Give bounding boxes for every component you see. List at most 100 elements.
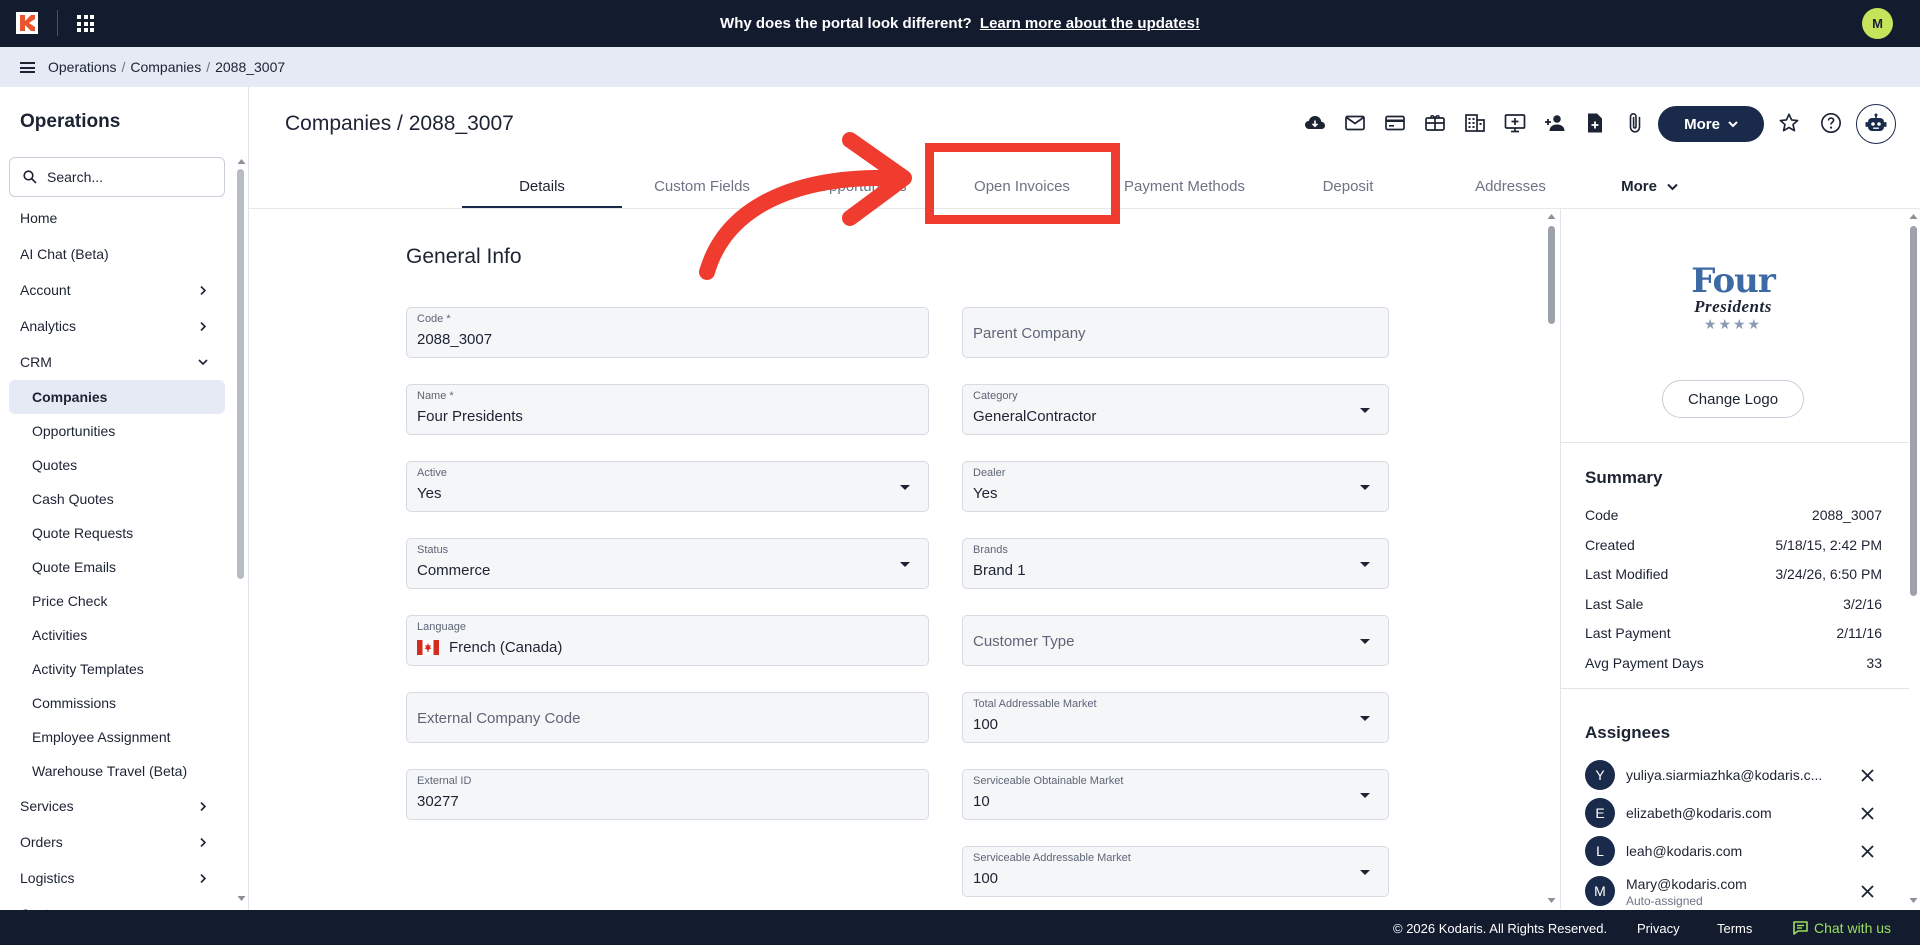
sidebar-item-label: Cash Quotes (32, 491, 114, 507)
brands-select[interactable]: Brands Brand 1 (962, 538, 1389, 589)
breadcrumb-item[interactable]: Companies (130, 59, 201, 75)
scroll-down-icon[interactable] (1909, 897, 1918, 905)
remove-assignee-icon[interactable] (1860, 806, 1875, 821)
total-addressable-market-select[interactable]: Total Addressable Market 100 (962, 692, 1389, 743)
sidebar-item-label: AI Chat (Beta) (20, 246, 109, 262)
parent-company-field[interactable]: Parent Company (962, 307, 1389, 358)
assignee-row: M Mary@kodaris.com Auto-assigned (1585, 876, 1895, 908)
remove-assignee-icon[interactable] (1860, 768, 1875, 783)
chevron-right-icon (200, 802, 207, 811)
sidebar-item-ai-chat-beta[interactable]: AI Chat (Beta) (0, 236, 236, 272)
sidebar-item-quotes[interactable]: Quotes (0, 448, 236, 482)
favorite-star-icon[interactable] (1778, 112, 1800, 134)
announcement-link[interactable]: Learn more about the updates! (980, 15, 1200, 32)
sidebar-item-customers[interactable]: Customers (0, 896, 236, 910)
assignee-avatar: E (1585, 798, 1615, 828)
add-person-icon[interactable] (1535, 108, 1575, 138)
sidebar-item-orders[interactable]: Orders (0, 824, 236, 860)
scroll-up-icon[interactable] (237, 157, 246, 165)
gift-card-icon[interactable] (1415, 108, 1455, 138)
tab-deposit[interactable]: Deposit (1267, 165, 1429, 208)
menu-icon[interactable] (20, 62, 35, 73)
sidebar-item-account[interactable]: Account (0, 272, 236, 308)
announcement: Why does the portal look different? Lear… (0, 15, 1920, 32)
field-label: Total Addressable Market (973, 698, 1097, 710)
assignee-email: leah@kodaris.com (1626, 843, 1743, 859)
panel-scrollbar[interactable] (1908, 212, 1918, 907)
chevron-down-icon (1667, 183, 1678, 190)
assignee-note: Auto-assigned (1626, 894, 1703, 908)
category-select[interactable]: Category GeneralContractor (962, 384, 1389, 435)
help-icon[interactable] (1820, 112, 1842, 134)
external-id-field[interactable]: External ID 30277 (406, 769, 929, 820)
customer-type-select[interactable]: Customer Type (962, 615, 1389, 666)
tab-details[interactable]: Details (462, 165, 622, 208)
tab-payment-methods[interactable]: Payment Methods (1102, 165, 1267, 208)
sidebar-item-commissions[interactable]: Commissions (0, 686, 236, 720)
building-icon[interactable] (1455, 108, 1495, 138)
sidebar-item-logistics[interactable]: Logistics (0, 860, 236, 896)
status-select[interactable]: Status Commerce (406, 538, 929, 589)
sidebar-item-services[interactable]: Services (0, 788, 236, 824)
tab-addresses[interactable]: Addresses (1429, 165, 1592, 208)
sidebar-scrollbar[interactable] (236, 157, 246, 901)
sidebar-item-cash-quotes[interactable]: Cash Quotes (0, 482, 236, 516)
sidebar-item-companies[interactable]: Companies (9, 380, 225, 414)
scroll-down-icon[interactable] (237, 895, 246, 903)
field-value: Brand 1 (973, 562, 1026, 579)
main-scrollbar[interactable] (1546, 212, 1556, 907)
scroll-down-icon[interactable] (1547, 897, 1556, 905)
summary-row: Code 2088_3007 (1585, 507, 1882, 523)
sidebar-item-home[interactable]: Home (0, 200, 236, 236)
name-field[interactable]: Name * Four Presidents (406, 384, 929, 435)
sidebar-item-warehouse-travel-beta[interactable]: Warehouse Travel (Beta) (0, 754, 236, 788)
sidebar-item-quote-emails[interactable]: Quote Emails (0, 550, 236, 584)
field-label: Language (417, 621, 466, 633)
dealer-select[interactable]: Dealer Yes (962, 461, 1389, 512)
dropdown-arrow-icon (1360, 408, 1370, 413)
attachment-icon[interactable] (1615, 108, 1655, 138)
user-avatar[interactable]: M (1862, 8, 1893, 39)
sidebar-item-employee-assignment[interactable]: Employee Assignment (0, 720, 236, 754)
remove-assignee-icon[interactable] (1860, 884, 1875, 899)
assignee-email: elizabeth@kodaris.com (1626, 805, 1772, 821)
sidebar-search[interactable] (9, 157, 225, 197)
company-logo: Four Presidents ★★★★ (1691, 261, 1776, 332)
scroll-up-icon[interactable] (1909, 212, 1918, 220)
search-input[interactable] (47, 169, 207, 185)
summary-row: Last Payment 2/11/16 (1585, 625, 1882, 641)
mail-icon[interactable] (1335, 108, 1375, 138)
cloud-download-icon[interactable] (1295, 108, 1335, 138)
summary-row: Last Modified 3/24/26, 6:50 PM (1585, 566, 1882, 582)
sidebar-item-quote-requests[interactable]: Quote Requests (0, 516, 236, 550)
credit-card-icon[interactable] (1375, 108, 1415, 138)
language-field[interactable]: Language French (Canada) (406, 615, 929, 666)
page-title: Companies / 2088_3007 (285, 112, 514, 135)
breadcrumb-item[interactable]: Operations (48, 59, 116, 75)
add-to-screen-icon[interactable] (1495, 108, 1535, 138)
more-actions-button[interactable]: More (1658, 106, 1764, 142)
serviceable-obtainable-market-select[interactable]: Serviceable Obtainable Market 10 (962, 769, 1389, 820)
privacy-link[interactable]: Privacy (1637, 921, 1680, 936)
assignee-row: Eelizabeth@kodaris.com (1585, 798, 1895, 829)
code-field[interactable]: Code * 2088_3007 (406, 307, 929, 358)
sidebar-item-analytics[interactable]: Analytics (0, 308, 236, 344)
assistant-bot-button[interactable] (1856, 104, 1896, 144)
sidebar-title: Operations (20, 111, 121, 132)
sidebar-item-opportunities[interactable]: Opportunities (0, 414, 236, 448)
external-company-code-field[interactable]: External Company Code (406, 692, 929, 743)
terms-link[interactable]: Terms (1717, 921, 1752, 936)
remove-assignee-icon[interactable] (1860, 844, 1875, 859)
sidebar-item-crm[interactable]: CRM (0, 344, 236, 380)
sidebar-item-price-check[interactable]: Price Check (0, 584, 236, 618)
change-logo-button[interactable]: Change Logo (1662, 380, 1804, 418)
sidebar-item-activities[interactable]: Activities (0, 618, 236, 652)
add-document-icon[interactable] (1575, 108, 1615, 138)
sidebar-item-activity-templates[interactable]: Activity Templates (0, 652, 236, 686)
serviceable-addressable-market-select[interactable]: Serviceable Addressable Market 100 (962, 846, 1389, 897)
tab-more[interactable]: More (1592, 165, 1707, 208)
active-select[interactable]: Active Yes (406, 461, 929, 512)
chat-button[interactable]: Chat with us (1793, 920, 1891, 936)
scroll-up-icon[interactable] (1547, 212, 1556, 220)
field-label: Brands (973, 544, 1008, 556)
